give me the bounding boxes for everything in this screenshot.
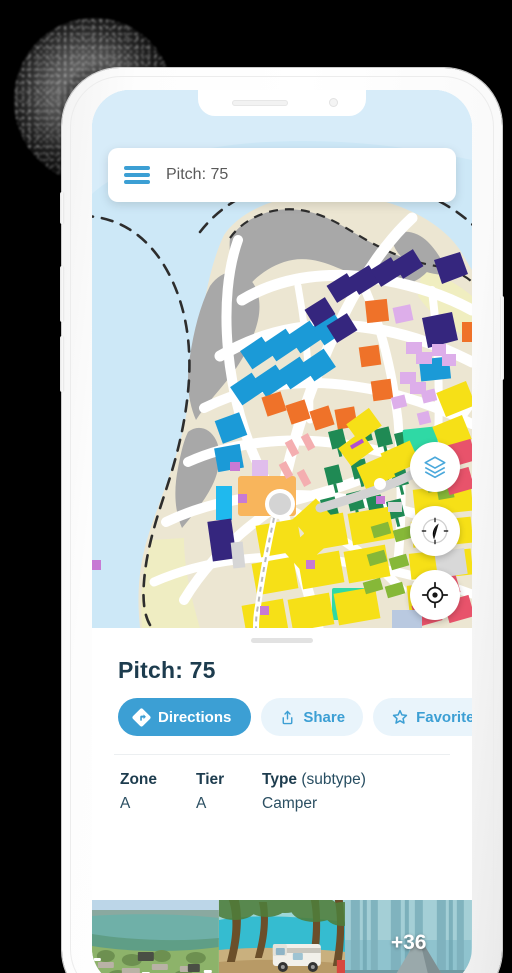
favorite-button[interactable]: Favorite	[373, 698, 472, 736]
photo-thumbnail[interactable]	[218, 900, 346, 973]
meta-tier: Tier A	[196, 771, 262, 813]
compass-button[interactable]	[410, 506, 460, 556]
meta-zone: Zone A	[120, 771, 196, 813]
zone-header: Zone	[120, 771, 158, 788]
share-upload-icon	[282, 710, 293, 724]
page-title: Pitch: 75	[118, 657, 216, 683]
star-icon	[392, 709, 408, 724]
hamburger-bar-3	[124, 180, 150, 184]
phone-volume-up-button[interactable]	[60, 266, 64, 322]
directions-label: Directions	[158, 708, 232, 726]
share-label: Share	[303, 708, 346, 726]
locate-icon	[421, 581, 449, 609]
photo-strip: +36	[92, 900, 472, 973]
type-header-main: Type	[262, 771, 298, 788]
meta-type: Type (subtype) Camper	[262, 771, 366, 813]
front-camera	[329, 98, 338, 107]
phone-mute-switch[interactable]	[60, 192, 64, 224]
tier-value: A	[196, 795, 207, 812]
type-header-subtype: (subtype)	[301, 771, 366, 788]
directions-button[interactable]: Directions	[118, 698, 252, 736]
search-bar[interactable]: Pitch: 75	[108, 148, 456, 202]
locate-button[interactable]	[410, 570, 460, 620]
phone-device-frame: Pitch: 75 Pitch: 75 Directions Share Fav…	[60, 68, 504, 973]
hamburger-bar-2	[124, 173, 150, 177]
share-button[interactable]: Share	[261, 698, 364, 736]
earpiece-speaker	[232, 100, 288, 106]
type-header: Type (subtype)	[262, 771, 366, 789]
section-divider	[114, 754, 450, 755]
layers-icon	[424, 456, 446, 479]
phone-notch	[198, 90, 366, 116]
phone-volume-down-button[interactable]	[60, 336, 64, 392]
phone-screen: Pitch: 75 Pitch: 75 Directions Share Fav…	[92, 90, 472, 973]
sheet-drag-handle[interactable]	[251, 638, 313, 643]
screenshot-stage: Pitch: 75 Pitch: 75 Directions Share Fav…	[0, 0, 512, 973]
detail-meta-row: Zone A Tier A Type (subtype) Camper	[120, 771, 472, 813]
phone-power-button[interactable]	[500, 296, 504, 380]
zone-value: A	[120, 795, 131, 812]
more-photos-badge[interactable]: +36	[345, 900, 472, 973]
layers-button[interactable]	[410, 442, 460, 492]
type-value: Camper	[262, 795, 318, 812]
compass-icon	[421, 517, 449, 545]
photo-thumbnail-more[interactable]: +36	[345, 900, 472, 973]
camper-by-lake-photo	[218, 900, 346, 973]
campground-aerial-photo	[92, 900, 219, 973]
photo-thumbnail[interactable]	[92, 900, 219, 973]
directions-diamond-icon	[132, 708, 151, 726]
detail-bottom-sheet: Pitch: 75 Directions Share Favorite Zone…	[92, 628, 472, 973]
map-controls	[410, 442, 460, 620]
favorite-label: Favorite	[416, 708, 472, 726]
tier-header: Tier	[196, 771, 225, 788]
hamburger-menu-icon[interactable]	[124, 166, 150, 184]
action-button-row: Directions Share Favorite	[118, 698, 472, 736]
search-input-value[interactable]: Pitch: 75	[166, 166, 228, 184]
hamburger-bar-1	[124, 166, 150, 170]
